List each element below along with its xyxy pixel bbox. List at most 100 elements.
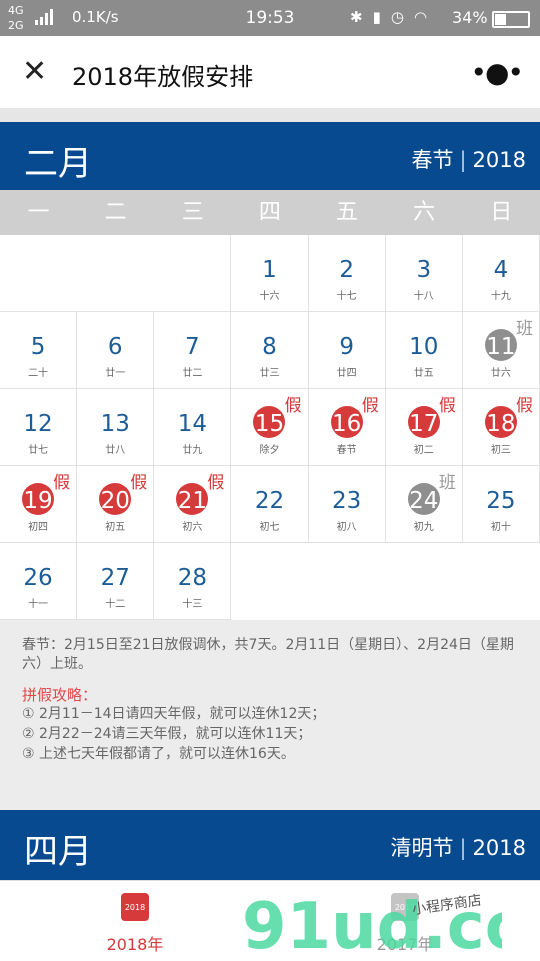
lunar-date: 廿八 <box>105 445 126 456</box>
day-cell[interactable]: 4 十九 <box>462 235 540 312</box>
day-cell[interactable]: 11 廿六班 <box>462 312 540 389</box>
day-number: 6 <box>107 334 123 360</box>
day-cell[interactable]: 3 十八 <box>385 235 463 312</box>
day-cell[interactable]: 12 廿七 <box>0 389 78 466</box>
day-number: 16 <box>331 411 362 437</box>
lunar-date: 十三 <box>182 599 203 610</box>
holiday-name: 清明节 <box>390 836 454 860</box>
empty-cell <box>0 235 78 312</box>
tips-list: ① 2月11－14日请四天年假，就可以连休12天； ② 2月22－24请三天年假… <box>22 704 325 764</box>
day-cell[interactable]: 28 十三 <box>154 543 232 620</box>
day-cell[interactable]: 8 廿三 <box>231 312 309 389</box>
day-number: 19 <box>23 488 53 514</box>
lunar-date: 廿九 <box>182 445 203 456</box>
tab-2018[interactable]: 2018 2018年 <box>0 881 270 961</box>
day-cell[interactable]: 19 初四假 <box>0 466 78 543</box>
lunar-date: 初七 <box>259 522 280 533</box>
day-number: 24 <box>409 488 439 514</box>
day-cell[interactable]: 2 十七 <box>308 235 386 312</box>
tip-item: ① 2月11－14日请四天年假，就可以连休12天； <box>22 706 326 722</box>
battery-icon <box>492 11 530 28</box>
day-cell[interactable]: 18 初三假 <box>462 389 540 466</box>
lunar-date: 春节 <box>336 445 357 456</box>
lunar-date: 廿四 <box>336 368 357 379</box>
day-number: 21 <box>177 488 207 514</box>
tab-label: 2018年 <box>106 935 164 954</box>
divider: | <box>459 836 467 860</box>
day-cell[interactable]: 9 廿四 <box>308 312 386 389</box>
lunar-date: 初五 <box>105 522 126 533</box>
lunar-date: 十一 <box>28 599 49 610</box>
day-number: 20 <box>100 488 130 514</box>
lunar-date: 廿七 <box>28 445 49 456</box>
battery-percent: 34% <box>452 8 488 27</box>
day-cell[interactable]: 16 春节假 <box>308 389 386 466</box>
holiday-description: 春节：2月15日至21日放假调休，共7天。2月11日（星期日）、2月24日（星期… <box>22 637 514 672</box>
day-cell[interactable]: 6 廿一 <box>77 312 155 389</box>
weekday-thu: 四 <box>258 200 281 225</box>
day-number: 23 <box>331 488 362 514</box>
day-cell[interactable]: 24 初九班 <box>385 466 463 543</box>
day-cell[interactable]: 20 初五假 <box>77 466 155 543</box>
day-number: 17 <box>409 411 439 437</box>
day-number: 1 <box>262 257 277 283</box>
day-cell[interactable]: 1 十六 <box>231 235 309 312</box>
page-title: 2018年放假安排 <box>72 63 254 91</box>
more-options-icon[interactable]: •●• <box>471 56 524 89</box>
day-number: 15 <box>254 411 285 437</box>
month-header-apr: 四月 清明节 | 2018 <box>0 810 540 880</box>
day-number: 28 <box>177 565 207 591</box>
day-cell[interactable]: 23 初八 <box>308 466 386 543</box>
lunar-date: 除夕 <box>259 445 280 456</box>
day-cell[interactable]: 10 廿五 <box>385 312 463 389</box>
day-number: 10 <box>409 334 439 360</box>
day-number: 14 <box>177 411 207 437</box>
day-cell[interactable]: 17 初二假 <box>385 389 463 466</box>
day-number: 27 <box>100 565 130 591</box>
nav-bar: ✕ 2018年放假安排 •●• <box>0 36 540 108</box>
day-cell[interactable]: 15 除夕假 <box>231 389 309 466</box>
weekday-header: 一 二 三 四 五 六 日 <box>0 190 540 235</box>
day-cell[interactable]: 26 十一 <box>0 543 78 620</box>
day-cell[interactable]: 7 廿二 <box>154 312 232 389</box>
lunar-date: 十九 <box>490 291 511 302</box>
day-cell[interactable]: 27 十二 <box>77 543 155 620</box>
lunar-date: 十七 <box>336 291 357 302</box>
lunar-date: 廿六 <box>490 368 511 379</box>
tips-title: 拼假攻略： <box>22 686 98 704</box>
day-number: 26 <box>23 565 53 591</box>
empty-cell <box>154 235 232 312</box>
battery-saver-icon: ▮ <box>372 8 381 26</box>
lunar-date: 十八 <box>413 291 434 302</box>
lunar-date: 初三 <box>490 445 511 456</box>
lunar-date: 廿一 <box>105 368 126 379</box>
close-icon[interactable]: ✕ <box>22 55 47 89</box>
status-bar: 4G 2G 0.1K/s 19:53 ✱ ▮ ◷ ◠ 34% <box>0 0 540 36</box>
day-cell[interactable]: 22 初七 <box>231 466 309 543</box>
day-cell[interactable]: 14 廿九 <box>154 389 232 466</box>
holiday-name: 春节 <box>411 148 454 172</box>
lunar-date: 廿三 <box>259 368 280 379</box>
lunar-date: 初六 <box>182 522 203 533</box>
weekday-tue: 二 <box>104 200 127 225</box>
day-number: 18 <box>486 411 516 437</box>
lunar-date: 初九 <box>413 522 434 533</box>
day-cell[interactable]: 13 廿八 <box>77 389 155 466</box>
day-cell[interactable]: 25 初十 <box>462 466 540 543</box>
tip-item: ② 2月22－24请三天年假，就可以连休11天； <box>22 726 312 742</box>
day-number: 9 <box>339 334 354 360</box>
day-cell[interactable]: 5 二十 <box>0 312 78 389</box>
day-number: 11 <box>486 334 516 360</box>
wifi-icon: ◠ <box>413 8 428 26</box>
weekday-wed: 三 <box>181 200 204 225</box>
lunar-date: 初十 <box>490 522 511 533</box>
month-name: 二月 <box>24 144 92 184</box>
weekday-sun: 日 <box>490 200 513 225</box>
holiday-label: 清明节 | 2018 <box>390 832 526 862</box>
holiday-notes: 春节：2月15日至21日放假调休，共7天。2月11日（星期日）、2月24日（星期… <box>0 620 540 810</box>
calendar-grid: 1 十六 2 十七 3 十八 4 十九 5 二十 6 廿一 7 廿二 8 廿三 9 廿四 10 廿五 11 廿六班 12 廿七… <box>0 235 540 620</box>
day-number: 2 <box>339 257 354 283</box>
holiday-label: 春节 | 2018 <box>411 144 526 174</box>
day-cell[interactable]: 21 初六假 <box>154 466 232 543</box>
holiday-year: 2018 <box>472 148 526 172</box>
